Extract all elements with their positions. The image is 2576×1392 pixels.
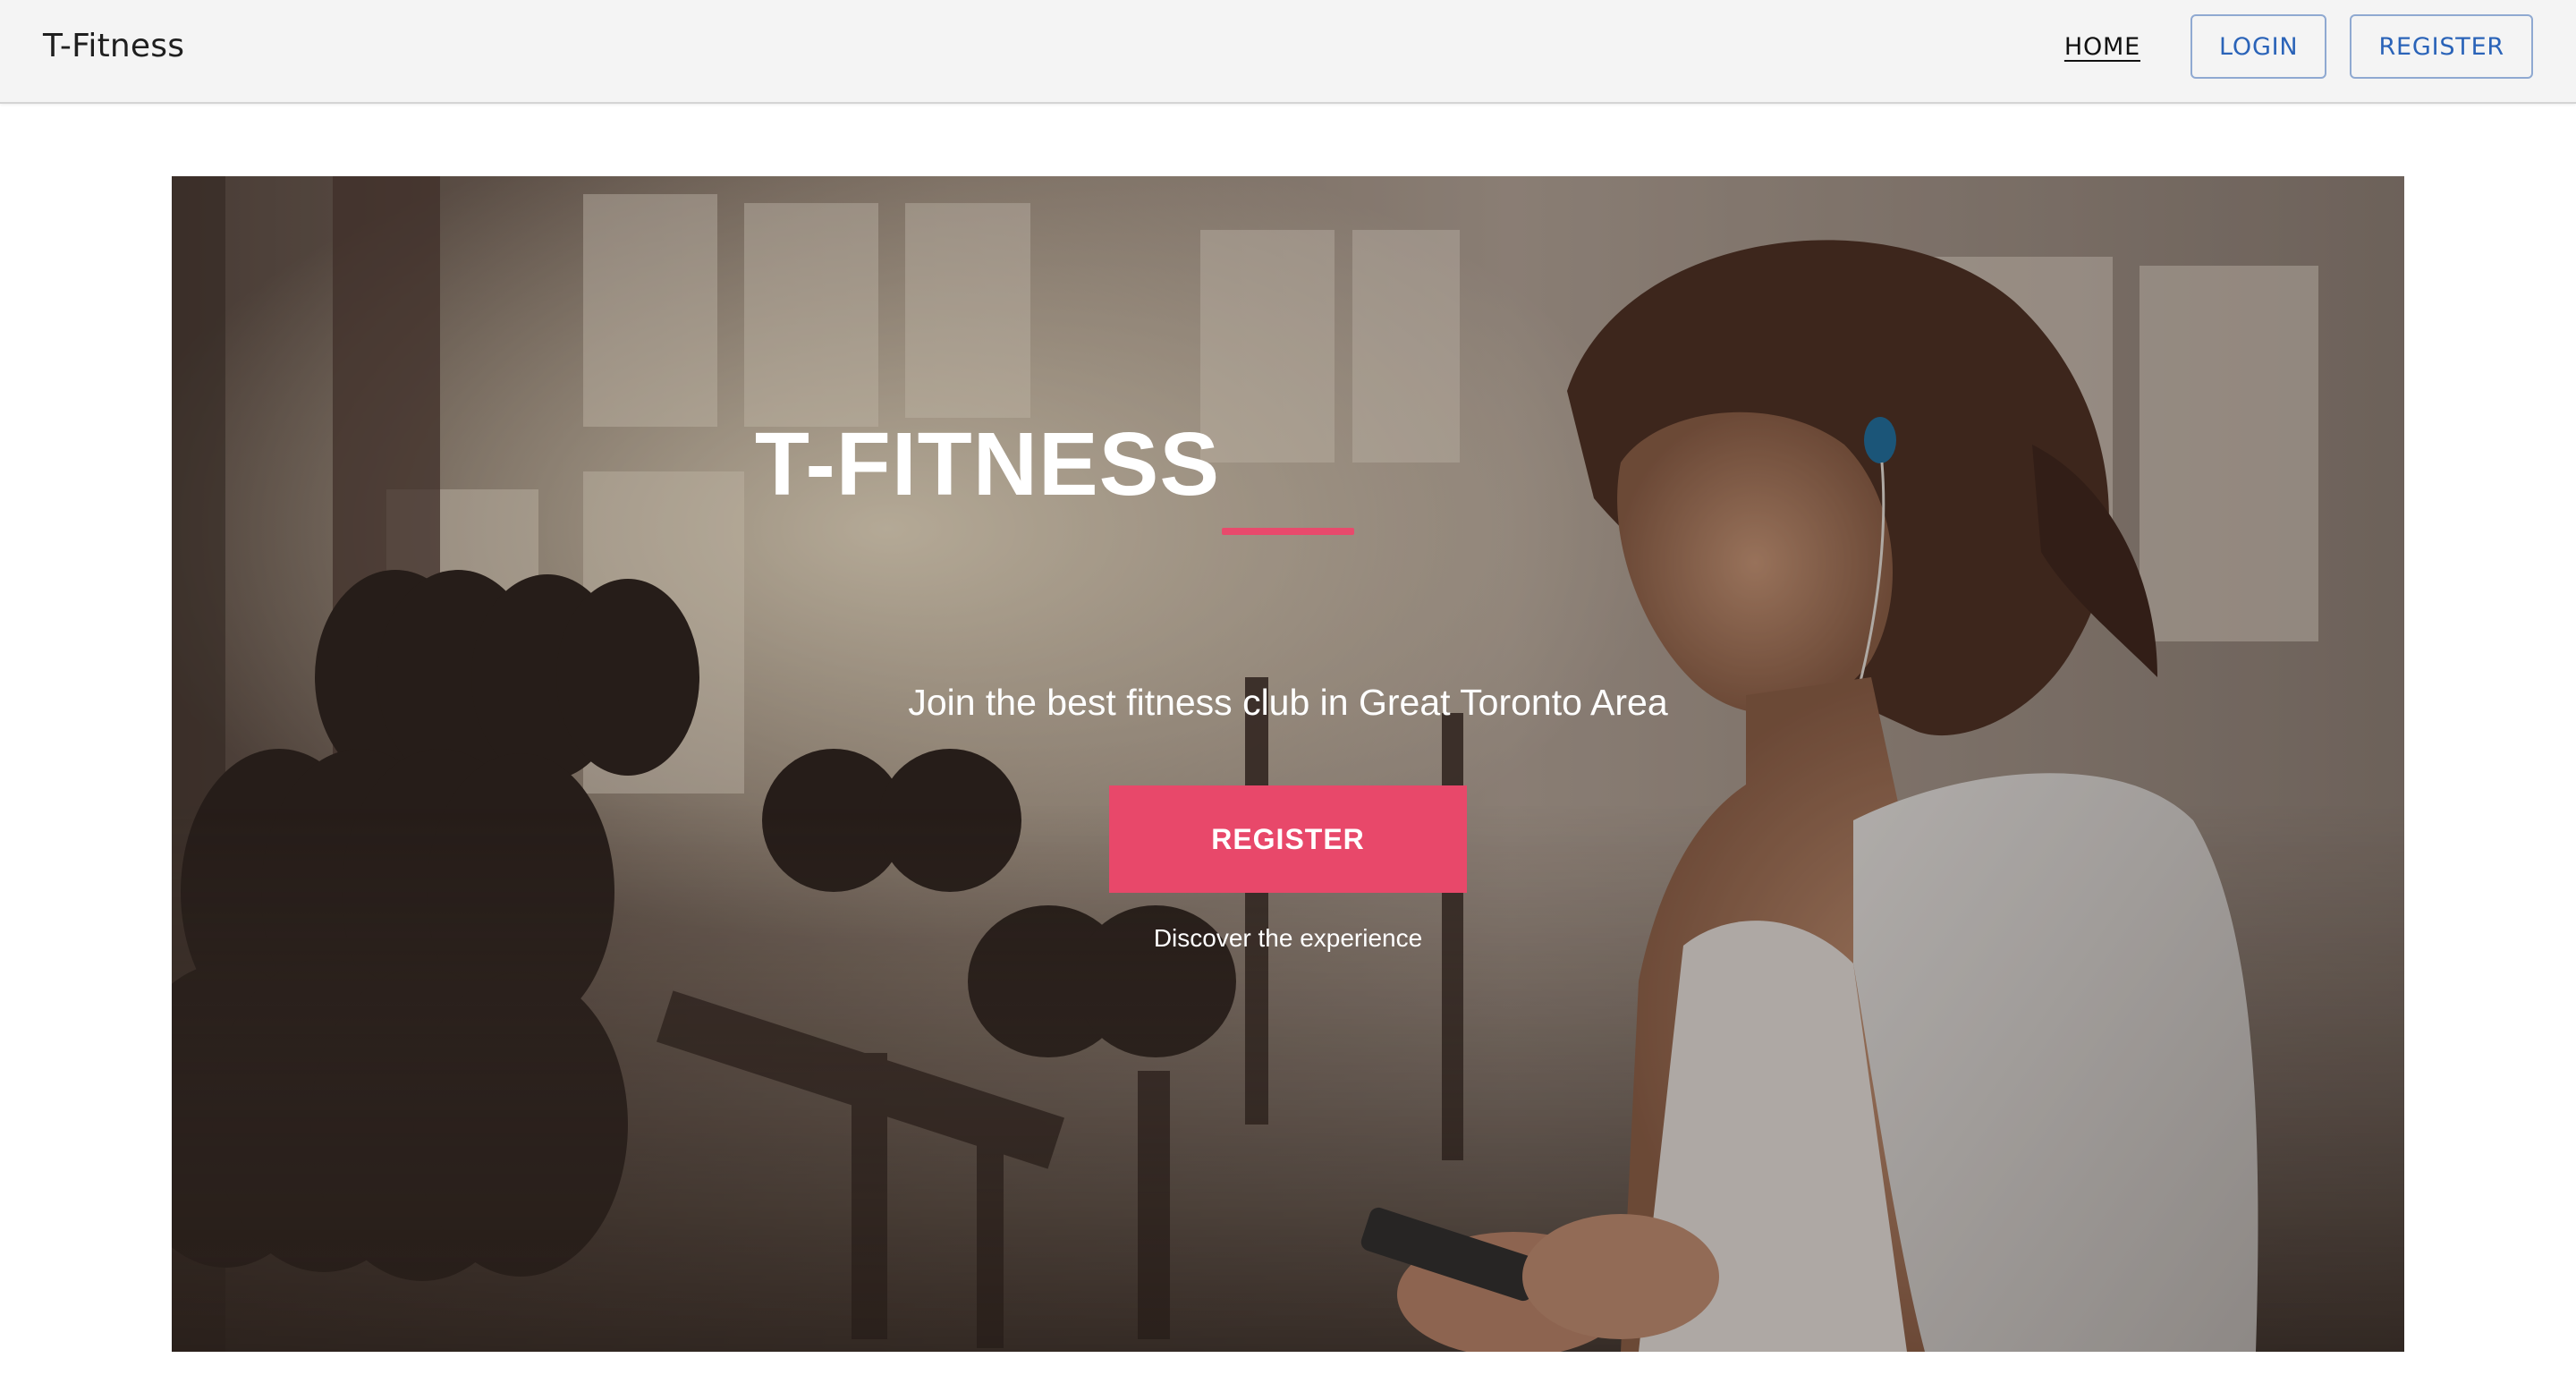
hero-subtext: Discover the experience (1153, 924, 1423, 952)
hero-content: T-FITNESS Join the best fitness club in … (172, 176, 2404, 1352)
hero-register-button[interactable]: REGISTER (1109, 785, 1467, 893)
register-nav-button[interactable]: REGISTER (2350, 14, 2533, 79)
title-underline-accent (1222, 528, 1354, 535)
nav-home-link[interactable]: HOME (2038, 33, 2167, 61)
hero-title: T-FITNESS (754, 414, 1221, 514)
login-button[interactable]: LOGIN (2190, 14, 2327, 79)
hero-tagline: Join the best fitness club in Great Toro… (908, 682, 1668, 723)
top-nav: HOME LOGIN REGISTER (2038, 14, 2533, 79)
hero-banner: T-FITNESS Join the best fitness club in … (172, 176, 2404, 1352)
brand-title[interactable]: T-Fitness (43, 0, 184, 93)
app-bar: T-Fitness HOME LOGIN REGISTER (0, 0, 2576, 104)
